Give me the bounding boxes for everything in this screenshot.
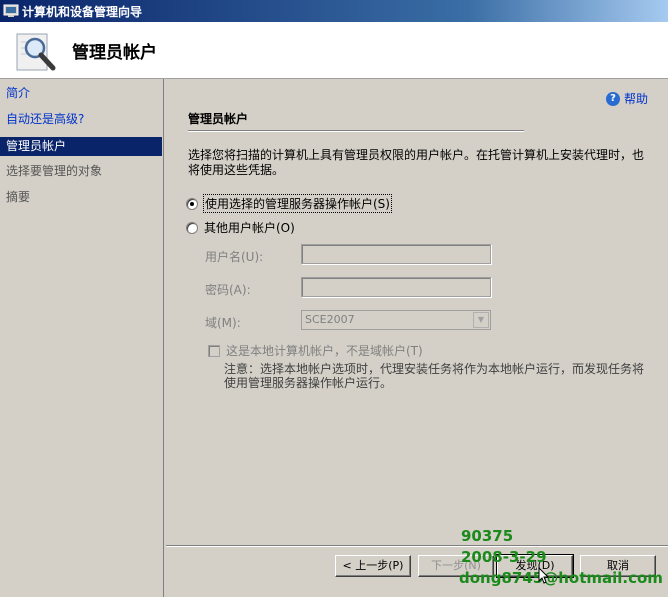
- password-input[interactable]: [301, 277, 491, 297]
- radio-button[interactable]: [186, 221, 198, 234]
- domain-select-value: SCE2007: [305, 313, 355, 326]
- magnifier-document-icon: [16, 33, 56, 71]
- watermark-date: 2008-3-29: [461, 548, 547, 566]
- wizard-header: 管理员帐户: [0, 22, 668, 79]
- description-text: 选择您将扫描的计算机上具有管理员权限的用户帐户。在托管计算机上安装代理时，也将使…: [188, 148, 645, 177]
- nav-item-summary: 摘要: [6, 190, 31, 204]
- help-link[interactable]: ? 帮助: [606, 90, 648, 107]
- chevron-down-icon[interactable]: ▼: [473, 312, 489, 328]
- wizard-content: ? 帮助 管理员帐户 选择您将扫描的计算机上具有管理员权限的用户帐户。在托管计算…: [166, 80, 668, 545]
- section-title: 管理员帐户: [188, 112, 249, 126]
- watermark-id: 90375: [461, 527, 514, 545]
- radio-use-action-account[interactable]: 使用选择的管理服务器操作帐户(S): [186, 194, 392, 213]
- watermark-email: dong8745@hotmail.com: [459, 569, 663, 587]
- nav-item-admin-account[interactable]: 管理员帐户: [0, 137, 162, 156]
- radio-use-action-account-label: 使用选择的管理服务器操作帐户(S): [203, 194, 392, 213]
- radio-other-account[interactable]: 其他用户帐户(O): [186, 219, 295, 236]
- wizard-nav: 简介 自动还是高级? 管理员帐户 选择要管理的对象 摘要: [0, 79, 164, 597]
- nav-item-intro[interactable]: 简介: [0, 84, 162, 103]
- username-input[interactable]: [301, 244, 491, 264]
- wizard-app-icon: [3, 4, 19, 17]
- note-text: 注意：选择本地帐户选项时，代理安装任务将作为本地帐户运行，而发现任务将使用管理服…: [224, 362, 645, 390]
- mouse-cursor-icon: [538, 567, 550, 584]
- radio-other-account-label: 其他用户帐户(O): [204, 221, 295, 235]
- nav-item-select-objects: 选择要管理的对象: [6, 164, 103, 178]
- domain-select[interactable]: SCE2007 ▼: [301, 310, 491, 330]
- bottom-divider: [166, 545, 668, 547]
- back-button[interactable]: < 上一步(P): [335, 555, 411, 577]
- domain-label: 域(M):: [205, 316, 241, 330]
- password-label: 密码(A):: [205, 283, 251, 297]
- username-label: 用户名(U):: [205, 250, 264, 264]
- section-divider: [188, 130, 524, 132]
- local-account-checkbox[interactable]: [208, 344, 220, 357]
- local-account-checkbox-label: 这是本地计算机帐户，不是域帐户(T): [226, 344, 423, 358]
- help-label: 帮助: [624, 92, 649, 106]
- help-icon: ?: [606, 91, 620, 106]
- local-account-checkbox-row[interactable]: 这是本地计算机帐户，不是域帐户(T): [208, 342, 423, 359]
- header-title: 管理员帐户: [72, 43, 157, 63]
- radio-button-checked[interactable]: [186, 197, 198, 210]
- window-title: 计算机和设备管理向导: [22, 5, 143, 19]
- title-bar: 计算机和设备管理向导: [0, 0, 668, 22]
- nav-item-auto-or-advanced[interactable]: 自动还是高级?: [0, 110, 162, 129]
